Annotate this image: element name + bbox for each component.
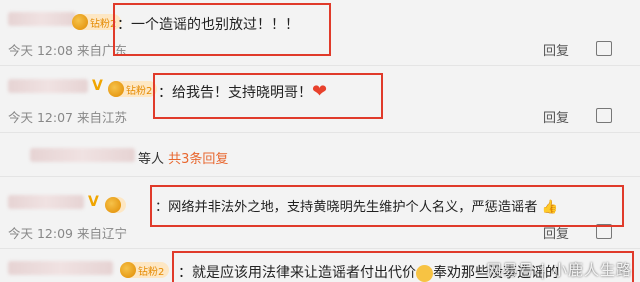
badge-label: 钻粉2 — [138, 266, 165, 278]
like-icon[interactable] — [596, 41, 612, 56]
username-blurred[interactable] — [8, 261, 113, 275]
reply-button[interactable]: 回复 — [543, 107, 569, 126]
username-blurred[interactable] — [8, 195, 84, 209]
like-icon[interactable] — [596, 108, 612, 123]
verified-v-icon: V — [88, 194, 99, 210]
highlight-box — [153, 73, 383, 119]
fan-badge-icon — [105, 197, 121, 213]
fan-level-badge[interactable]: 钻粉2 — [108, 81, 158, 97]
fan-badge-icon — [108, 81, 124, 97]
username-blurred[interactable] — [8, 79, 88, 93]
more-replies-link[interactable]: 等人 共3条回复 — [138, 148, 228, 167]
comment-time: 今天 12:08 来自广东 — [8, 43, 127, 58]
divider — [0, 248, 640, 249]
comment-time: 今天 12:07 来自江苏 — [8, 110, 127, 125]
watermark: 网易号 | 小鹿人生路 — [486, 261, 632, 279]
username-blurred[interactable] — [8, 12, 76, 26]
usernames-blurred — [30, 148, 135, 162]
fan-level-badge[interactable]: 钻粉2 — [120, 262, 170, 278]
comment-time: 今天 12:09 来自辽宁 — [8, 226, 127, 241]
divider — [0, 176, 640, 177]
reply-button[interactable]: 回复 — [543, 40, 569, 59]
more-replies[interactable]: 等人 共3条回复 — [0, 140, 640, 170]
highlight-box — [150, 185, 624, 227]
verified-v-icon: V — [92, 78, 103, 94]
fan-badge-icon — [120, 262, 136, 278]
highlight-box — [113, 3, 331, 56]
divider — [0, 132, 640, 133]
badge-label: 钻粉2 — [126, 85, 153, 97]
fan-level-badge[interactable] — [105, 197, 126, 213]
fan-badge-icon — [72, 14, 88, 30]
